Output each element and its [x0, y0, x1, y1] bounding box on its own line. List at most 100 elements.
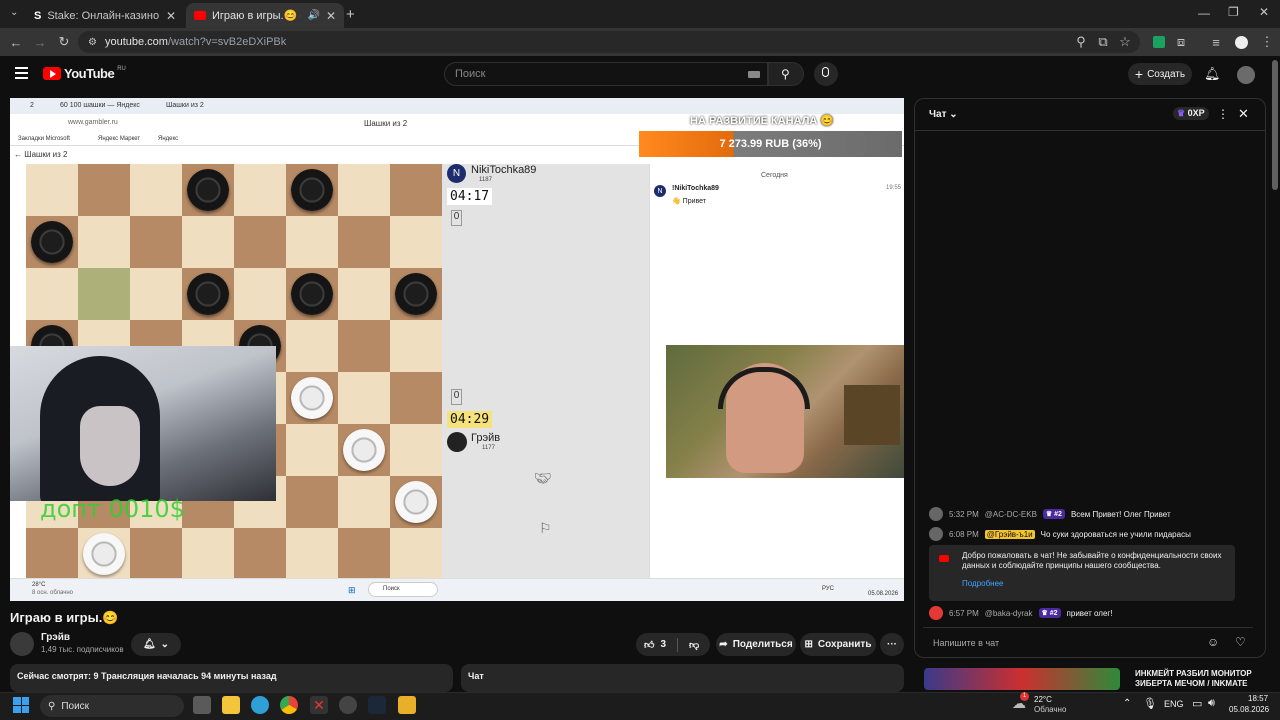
learn-more-link[interactable]: Подробнее	[962, 579, 1004, 588]
board-square	[234, 528, 286, 580]
hamburger-menu-icon[interactable]	[15, 67, 28, 79]
steam-icon[interactable]	[368, 696, 386, 714]
profile-avatar-icon[interactable]	[1233, 34, 1249, 50]
like-button[interactable]: 👍︎ 3	[644, 639, 666, 651]
chat-author: !NikiTochka89	[672, 185, 719, 192]
board-square	[390, 528, 442, 580]
chevron-down-icon: ⌄	[160, 639, 170, 650]
back-icon[interactable]: ←	[8, 34, 24, 50]
donation-caption: НА РАЗВИТИЕ КАНАЛА 😊	[690, 115, 835, 127]
reload-icon[interactable]: ↻	[56, 34, 72, 50]
player-rating: 1177	[482, 445, 495, 451]
dislike-button[interactable]: 👎︎	[689, 639, 699, 651]
create-button[interactable]: + Создать	[1128, 63, 1192, 85]
chat-input[interactable]: Напишите в чат ☺ ♡	[923, 627, 1253, 655]
chat-mode-dropdown[interactable]: Чат ⌄	[929, 109, 958, 120]
search-button[interactable]: ⚲	[768, 62, 804, 86]
save-button[interactable]: ⊞ Сохранить	[800, 633, 876, 656]
zoom-icon[interactable]: ⚲	[1073, 34, 1089, 50]
input-language[interactable]: ENG	[1164, 699, 1184, 709]
message-author[interactable]: @Грэйв-ъ1и	[984, 529, 1035, 539]
address-bar[interactable]: ⚙ youtube.com/watch?v=svB2eDXiPBk	[78, 31, 1140, 53]
board-square	[182, 216, 234, 268]
browser-menu-icon[interactable]: ⋮	[1259, 34, 1275, 50]
account-avatar[interactable]	[1237, 66, 1255, 84]
tab-title: Играю в игры.😊 - YouTube	[212, 10, 301, 22]
clock-date[interactable]: 05.08.2026	[1229, 705, 1269, 714]
chrome-icon[interactable]	[280, 696, 298, 714]
channel-name[interactable]: Грэйв	[41, 632, 70, 643]
show-hidden-icons[interactable]: ⌃	[1123, 698, 1131, 709]
tab-youtube[interactable]: Играю в игры.😊 - YouTube 🔊 ✕	[186, 3, 344, 28]
message-author[interactable]: @baka-dyrak	[985, 609, 1033, 618]
close-tab-icon[interactable]: ✕	[326, 9, 336, 23]
mic-tray-icon[interactable]: 🎙︎	[1143, 697, 1157, 710]
video-player[interactable]: 2 60 100 шашки — Яндекс Шашки из 2 www.g…	[10, 98, 904, 601]
description-box[interactable]: Сейчас смотрят: 9 Трансляция началась 94…	[10, 664, 453, 692]
install-app-icon[interactable]: ⧉	[1095, 34, 1111, 50]
player-score: 0	[451, 389, 462, 405]
collapsed-chat-box[interactable]: Чат	[461, 664, 904, 692]
network-icon[interactable]: ▭	[1192, 697, 1202, 710]
new-tab-button[interactable]: +	[346, 6, 355, 23]
start-button[interactable]	[13, 697, 29, 713]
youtube-logo[interactable]: YouTube RU	[43, 66, 126, 81]
reading-list-icon[interactable]: ≡	[1208, 34, 1224, 50]
chat-message: 5:32 PM @AC-DC-EKB ♛ #2 Всем Привет! Оле…	[929, 507, 1249, 521]
board-square	[390, 164, 442, 216]
message-author[interactable]: @AC-DC-EKB	[985, 510, 1037, 519]
message-time: 5:32 PM	[949, 509, 979, 519]
youtube-play-icon	[43, 67, 61, 80]
points-badge[interactable]: ♛ 0XP	[1173, 107, 1209, 120]
more-actions-button[interactable]: ···	[880, 633, 904, 656]
black-checker-piece	[187, 273, 229, 315]
extensions-icon[interactable]: ⧈	[1173, 34, 1189, 50]
clock-time[interactable]: 18:57	[1248, 694, 1268, 703]
board-square	[26, 268, 78, 320]
share-button[interactable]: ➦ Поделиться	[716, 633, 796, 656]
keyboard-icon[interactable]	[748, 71, 760, 78]
share-icon: ➦	[719, 639, 728, 650]
app-x-icon[interactable]: ✕	[310, 696, 328, 714]
voice-search-button[interactable]	[814, 62, 838, 86]
tab-stake[interactable]: S Stake: Онлайн-казино и ставки ✕	[26, 3, 184, 28]
bookmark-star-icon[interactable]: ☆	[1117, 34, 1133, 50]
board-square	[130, 164, 182, 216]
board-square	[338, 528, 390, 580]
notifications-bell-icon[interactable]: 🔔︎	[1204, 66, 1221, 82]
live-chat-panel: Чат ⌄ ♛ 0XP ⋮ ✕ 5:32 PM @AC-DC-EKB ♛ #2 …	[914, 98, 1266, 658]
save-label: Сохранить	[817, 639, 872, 650]
site-info-icon[interactable]: ⚙	[88, 37, 97, 48]
taskbar-search[interactable]: ⚲ Поиск	[40, 695, 184, 717]
obs-icon[interactable]	[339, 696, 357, 714]
extension-badge-icon[interactable]	[1151, 34, 1167, 50]
browser-app-icon[interactable]	[251, 696, 269, 714]
maximize-button[interactable]: ❐	[1228, 5, 1239, 19]
stream-browser-tabs: 2 60 100 шашки — Яндекс Шашки из 2	[10, 98, 904, 114]
board-square	[338, 320, 390, 372]
search-icon: ⚲	[48, 700, 56, 712]
recommended-video[interactable]: ИНКМЕЙТ РАЗБИЛ МОНИТОР ЗИБЕРТА МЕЧОМ / I…	[924, 668, 1266, 690]
chat-menu-icon[interactable]: ⋮	[1217, 107, 1229, 121]
search-input[interactable]: Поиск	[444, 62, 768, 86]
subscription-bell-button[interactable]: 🔔︎ ⌄	[131, 633, 181, 656]
emoji-icon[interactable]: ☺	[1207, 635, 1219, 649]
minimize-button[interactable]: —	[1198, 6, 1210, 20]
chat-header: Чат ⌄ ♛ 0XP ⋮ ✕	[915, 99, 1265, 131]
close-window-button[interactable]: ✕	[1259, 5, 1269, 19]
volume-icon[interactable]: 🔊︎	[1208, 697, 1215, 710]
forward-icon[interactable]: →	[32, 34, 48, 50]
anime-face	[80, 406, 140, 486]
task-view-icon[interactable]	[193, 696, 211, 714]
page-scrollbar[interactable]	[1272, 60, 1278, 190]
file-explorer-icon[interactable]	[222, 696, 240, 714]
heart-icon[interactable]: ♡	[1235, 635, 1246, 649]
tab-search-icon[interactable]: ⌄	[10, 7, 18, 18]
board-square	[286, 424, 338, 476]
channel-avatar[interactable]	[10, 632, 34, 656]
app-k-icon[interactable]	[398, 696, 416, 714]
close-chat-icon[interactable]: ✕	[1238, 106, 1249, 122]
close-tab-icon[interactable]: ✕	[166, 9, 176, 23]
speaker-icon[interactable]: 🔊	[307, 10, 319, 21]
thumbs-down-icon: 👎︎	[689, 639, 700, 651]
